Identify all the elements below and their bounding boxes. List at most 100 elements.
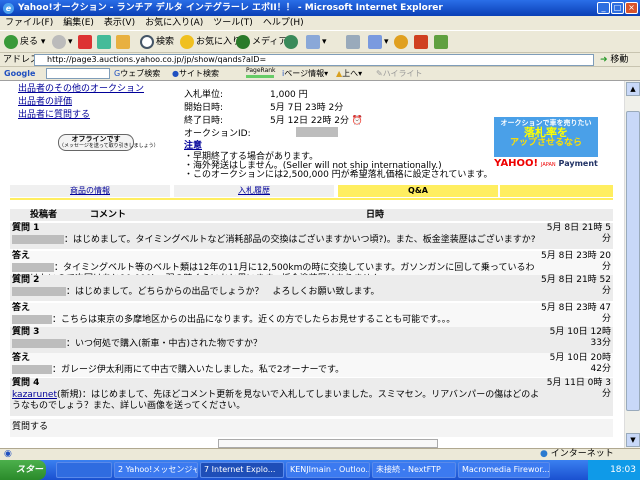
messenger-button[interactable] [394, 34, 410, 50]
task-nextftp[interactable]: 未接続 - NextFTP [372, 462, 456, 478]
print-icon [346, 34, 360, 49]
poster-name-masked [12, 287, 66, 296]
scroll-down-arrow-icon[interactable]: ▼ [626, 433, 640, 447]
tab-underline [10, 198, 613, 200]
date-header: 日時 [366, 210, 385, 220]
notice-title[interactable]: 注意 [184, 141, 202, 152]
qa-text: ：はじめまして。どちらからの出品でしょうか？ よろしくお願い致します。 [66, 287, 380, 297]
google-logo[interactable]: Google [4, 68, 35, 80]
print-button[interactable] [346, 34, 362, 50]
qa-text: ：はじめまして。タイミングベルトなど消耗部品の交換はございますかいつ頃?)。また… [64, 235, 536, 245]
clock: 18:03 [610, 465, 636, 475]
minimize-button[interactable]: _ [597, 2, 610, 14]
web-search-button[interactable]: Gウェブ検索 [114, 68, 160, 80]
puzzle-icon [434, 34, 448, 49]
media-icon [236, 34, 250, 49]
qa-row-question-1: 質問 1 ：はじめまして。タイミングベルトなど消耗部品の交換はございますかいつ頃… [10, 223, 613, 249]
globe-icon: ● [540, 449, 548, 459]
start-button[interactable]: スタート [0, 460, 46, 480]
go-button[interactable]: ➜ 移動 [600, 54, 628, 66]
maximize-button[interactable]: □ [611, 2, 624, 14]
research-button[interactable] [414, 34, 430, 50]
edit-button[interactable]: ▾ [368, 34, 389, 50]
menu-tools[interactable]: ツール(T) [208, 16, 258, 31]
qa-date: 5月 8日 23時 47分 [541, 303, 611, 324]
mail-icon [306, 34, 320, 49]
start-time-value: 5月 7日 23時 2分 [270, 103, 344, 113]
poster-header: 投稿者 [30, 210, 58, 220]
tab-qa[interactable]: Q&A [338, 185, 498, 197]
menu-edit[interactable]: 編集(E) [58, 16, 99, 31]
task-yahoo-messenger[interactable]: 2 Yahoo!メッセンジャ... [114, 462, 198, 478]
scroll-thumb[interactable] [626, 111, 640, 411]
menu-help[interactable]: ヘルプ(H) [258, 16, 309, 31]
auction-id-label: オークションID: [184, 129, 251, 139]
home-button[interactable] [116, 34, 132, 50]
address-input[interactable]: http://page3.auctions.yahoo.co.jp/jp/sho… [34, 54, 594, 66]
history-button[interactable] [284, 34, 300, 50]
tab-bid-history[interactable]: 入札履歴 [174, 185, 334, 197]
site-search-button[interactable]: ●サイト検索 [172, 68, 219, 80]
back-button[interactable]: 戻る ▾ [4, 34, 45, 50]
highlight-button[interactable]: ✎ハイライト [376, 68, 423, 80]
media-button[interactable]: メディア [236, 34, 287, 50]
qa-label: 質問 3 [12, 327, 40, 337]
poster-name-masked [12, 235, 64, 244]
qa-label: 答え [12, 353, 31, 363]
ask-question-button[interactable] [218, 439, 438, 448]
bid-unit-value: 1,000 円 [270, 90, 308, 100]
menu-favorites[interactable]: お気に入り(A) [140, 16, 208, 31]
ask-question-row: 質問する [10, 419, 613, 437]
quick-launch[interactable] [56, 462, 112, 478]
refresh-button[interactable] [97, 34, 113, 50]
seller-other-auctions-link[interactable]: 出品者のその他のオークション [18, 84, 144, 95]
google-search-input[interactable] [46, 68, 110, 79]
tab-item-info[interactable]: 商品の情報 [10, 185, 170, 197]
poster-link[interactable]: kazarunet [12, 390, 57, 400]
qa-label: 答え [12, 303, 31, 313]
menu-view[interactable]: 表示(V) [99, 16, 140, 31]
zone-indicator: ● インターネット [540, 449, 614, 459]
seller-rating-link[interactable]: 出品者の評価 [18, 97, 72, 108]
extra-button[interactable] [434, 34, 450, 50]
menu-file[interactable]: ファイル(F) [0, 16, 58, 31]
taskbar: スタート 2 Yahoo!メッセンジャ... 7 Internet Explo.… [0, 460, 640, 480]
google-toolbar: Google Gウェブ検索 ●サイト検索 PageRank iページ情報▾ ▲上… [0, 67, 640, 81]
qa-date: 5月 11日 0時 3分 [546, 378, 611, 399]
system-tray: 18:03 [588, 460, 640, 480]
qa-row-question-2: 質問 2 ：はじめまして。どちらからの出品でしょうか？ よろしくお願い致します。… [10, 275, 613, 301]
close-button[interactable]: × [625, 2, 638, 14]
qa-label: 答え [12, 251, 31, 261]
comment-header: コメント [90, 210, 127, 220]
forward-arrow-icon [52, 34, 66, 49]
notice-3: ・このオークションには2,500,000 円が希望落札価格に設定されています。 [184, 170, 493, 180]
qa-row-question-3: 質問 3 ：いつ何処で購入(新車・中古)された物ですか？ 5月 10日 12時 … [10, 327, 613, 353]
favorites-button[interactable]: お気に入り [180, 34, 241, 50]
qa-date: 5月 10日 12時 33分 [549, 327, 611, 348]
task-internet-explorer[interactable]: 7 Internet Explo... [200, 462, 284, 478]
home-icon [116, 34, 130, 49]
stop-button[interactable] [78, 34, 94, 50]
ie-logo-icon: e [3, 3, 14, 14]
search-button[interactable]: 検索 [140, 34, 174, 50]
banner-ad[interactable]: オークションで車を売りたい 落札率を アップさせるなら [494, 117, 598, 157]
pagerank-indicator[interactable]: PageRank [246, 68, 276, 80]
task-fireworks[interactable]: Macromedia Firewor... [458, 462, 550, 478]
highlighter-icon: ✎ [376, 69, 383, 78]
ask-question-label: 質問する [12, 422, 49, 432]
ask-seller-link[interactable]: 出品者に質問する [18, 110, 90, 121]
start-time-label: 開始日時: [184, 103, 224, 113]
scroll-up-arrow-icon[interactable]: ▲ [626, 82, 640, 96]
qa-text: ：ガレージ伊太利雨にて中古で購入いたしました。私で2オーナーです。 [52, 365, 345, 375]
mail-button[interactable]: ▾ [306, 34, 327, 50]
task-outlook[interactable]: KENJImain - Outloo... [286, 462, 370, 478]
up-button[interactable]: ▲上へ▾ [336, 68, 362, 80]
history-icon [284, 34, 298, 49]
vertical-scrollbar[interactable]: ▲ ▼ [624, 81, 640, 448]
page-info-button[interactable]: iページ情報▾ [282, 68, 328, 80]
forward-button[interactable]: ▾ [52, 34, 73, 50]
poster-name-masked [12, 339, 66, 348]
poster-name-masked [12, 263, 54, 272]
qa-label: 質問 2 [12, 275, 40, 285]
qa-row-answer-3: 答え ：ガレージ伊太利雨にて中古で購入いたしました。私で2オーナーです。 5月 … [10, 353, 613, 377]
